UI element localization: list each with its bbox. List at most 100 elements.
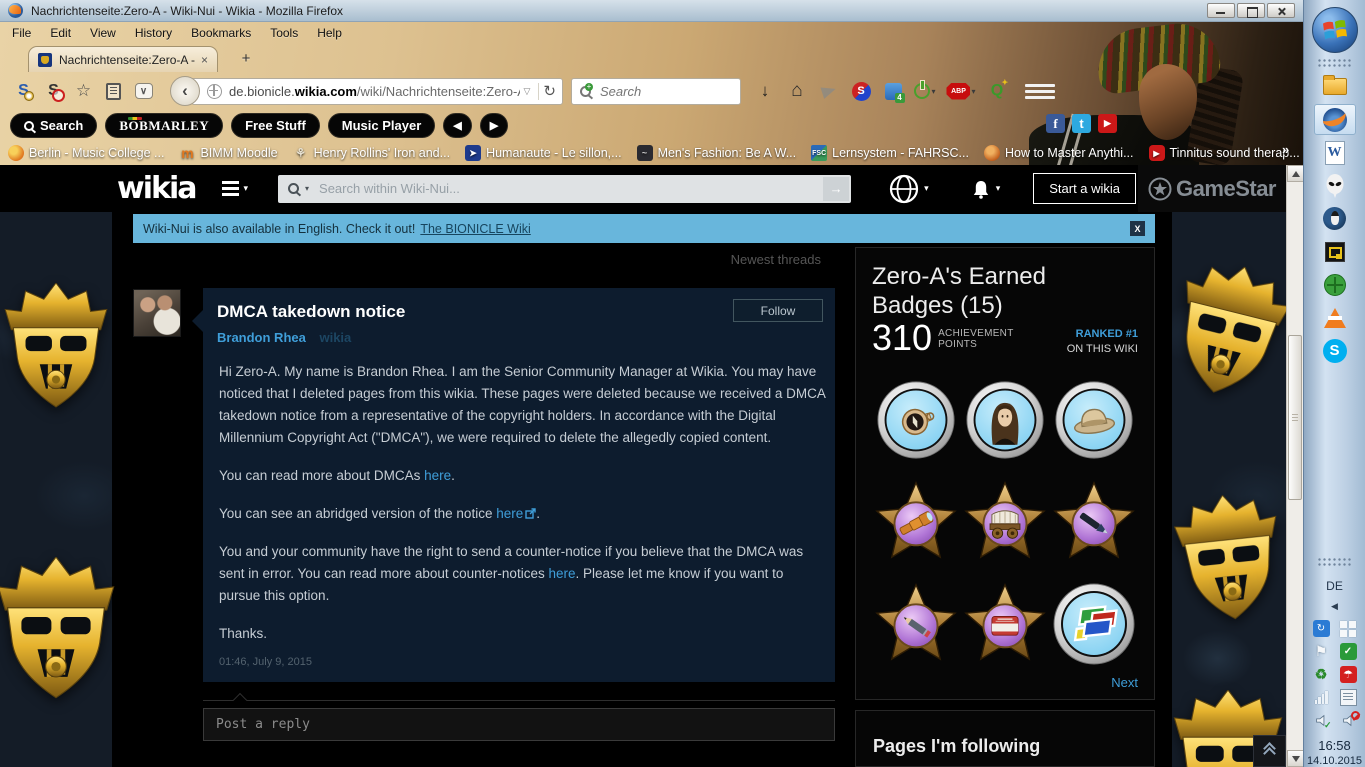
maximize-button[interactable]	[1237, 3, 1265, 18]
bookmark-star-icon[interactable]	[70, 78, 97, 104]
wiki-nav-menu-icon[interactable]	[222, 181, 248, 196]
new-tab-button[interactable]: +	[233, 50, 259, 69]
post-reply-input[interactable]	[203, 708, 835, 741]
bookmark-mens-fashion[interactable]: ~ Men's Fashion: Be A W...	[636, 145, 796, 161]
badge-pocket-compass[interactable]	[873, 376, 959, 464]
gamestar-brand[interactable]: GameStar	[1138, 165, 1286, 212]
bookmark-search-pill[interactable]: Search	[10, 113, 98, 138]
start-a-wikia-button[interactable]: Start a wikia	[1033, 173, 1137, 204]
downthemall-icon[interactable]	[879, 78, 907, 104]
badge-covered-wagon[interactable]	[962, 478, 1048, 566]
close-button[interactable]	[1267, 3, 1295, 18]
stylish-globe-icon[interactable]: S	[847, 78, 875, 104]
noscript-icon[interactable]	[911, 78, 939, 104]
home-icon[interactable]	[783, 78, 811, 104]
session-s-icon[interactable]	[10, 78, 37, 104]
bookmark-lernsystem[interactable]: FSC Lernsystem - FAHRSC...	[811, 145, 969, 161]
bookmark-prev-arrow[interactable]	[443, 113, 472, 138]
follow-button[interactable]: Follow	[733, 299, 823, 322]
start-button[interactable]	[1311, 7, 1358, 53]
tab-close-icon[interactable]: ×	[201, 53, 208, 67]
wiki-search-scope-caret[interactable]	[305, 184, 309, 193]
reading-list-icon[interactable]	[100, 78, 127, 104]
minimize-button[interactable]	[1207, 3, 1235, 18]
fastestfox-icon[interactable]: Q	[983, 78, 1011, 104]
twitter-icon[interactable]: t	[1072, 114, 1091, 133]
taskbar-putty[interactable]	[1314, 236, 1356, 267]
back-button[interactable]	[170, 76, 200, 106]
notifications-bell[interactable]	[971, 179, 1001, 199]
wikia-global-nav-globe[interactable]	[889, 174, 929, 204]
tray-update-icon[interactable]	[1312, 620, 1330, 637]
downloads-icon[interactable]	[751, 78, 779, 104]
bookmark-freestuff-pill[interactable]: Free Stuff	[231, 113, 320, 138]
menu-bookmarks[interactable]: Bookmarks	[191, 26, 251, 40]
dmca-here-link[interactable]: here	[424, 468, 451, 483]
notice-here-link[interactable]: here	[496, 506, 523, 521]
taskbar-browser-penguin[interactable]	[1314, 203, 1356, 234]
send-tab-icon[interactable]	[815, 78, 843, 104]
taskbar-clock[interactable]: 16:58	[1318, 738, 1351, 753]
bookmark-bimm[interactable]: m BIMM Moodle	[179, 145, 277, 161]
taskbar-green-globe[interactable]	[1314, 269, 1356, 300]
taskbar-skype[interactable]	[1314, 335, 1356, 366]
bookmark-henry[interactable]: ⚘ Henry Rollins' Iron and...	[293, 145, 450, 161]
badge-mona-lisa[interactable]	[962, 376, 1048, 464]
menu-file[interactable]: File	[12, 26, 31, 40]
tray-recycle-icon[interactable]	[1313, 666, 1330, 683]
bookmark-next-arrow[interactable]	[479, 113, 509, 138]
tray-volume-ok-icon[interactable]	[1313, 712, 1330, 729]
scrollbar-thumb[interactable]	[1288, 335, 1302, 500]
adblock-plus-icon[interactable]: ABP	[943, 78, 979, 104]
wiki-search-input[interactable]	[317, 180, 824, 197]
wikia-logo[interactable]: wikia	[117, 173, 197, 204]
pocket-icon[interactable]	[130, 78, 157, 104]
notice-close-icon[interactable]: X	[1130, 221, 1145, 236]
scroll-to-top-button[interactable]	[1253, 735, 1286, 767]
page-scrollbar[interactable]	[1286, 165, 1303, 767]
badge-spyglass[interactable]	[873, 478, 959, 566]
tray-scheduler-icon[interactable]	[1339, 689, 1357, 706]
badge-layout-flags[interactable]	[1051, 580, 1137, 668]
reload-icon[interactable]	[543, 82, 556, 100]
taskbar-date[interactable]: 14.10.2015	[1307, 755, 1362, 767]
tray-signal-icon[interactable]	[1313, 689, 1330, 706]
newest-threads-label[interactable]: Newest threads	[203, 252, 821, 267]
facebook-icon[interactable]: f	[1046, 114, 1065, 133]
hamburger-menu-icon[interactable]	[1025, 78, 1055, 104]
taskbar-alienware[interactable]	[1314, 170, 1356, 201]
search-input[interactable]	[598, 82, 732, 100]
author-avatar[interactable]	[133, 289, 181, 337]
bookmarks-overflow-chevron[interactable]: »	[1282, 142, 1289, 157]
tray-windows-flag-icon[interactable]	[1340, 620, 1357, 637]
badge-name-tag[interactable]	[962, 580, 1048, 668]
bookmark-humanaute[interactable]: ➤ Humanaute - Le sillon,...	[465, 145, 622, 161]
taskbar-explorer[interactable]	[1314, 71, 1356, 102]
taskbar-vlc[interactable]	[1314, 302, 1356, 333]
ranked-link[interactable]: RANKED #1	[1076, 328, 1138, 340]
youtube-icon[interactable]: ▶	[1098, 114, 1117, 133]
taskbar-word[interactable]	[1314, 137, 1356, 168]
counter-notice-here-link[interactable]: here	[548, 566, 575, 581]
menu-view[interactable]: View	[90, 26, 116, 40]
badge-pen[interactable]	[1051, 478, 1137, 566]
badge-pencil[interactable]	[873, 580, 959, 668]
menu-edit[interactable]: Edit	[50, 26, 71, 40]
tray-avira-icon[interactable]	[1339, 666, 1357, 683]
bookmark-berlin[interactable]: Berlin - Music College ...	[8, 145, 164, 161]
show-hidden-icons-arrow[interactable]	[1331, 601, 1338, 612]
scrollbar-up-arrow[interactable]	[1287, 165, 1303, 182]
search-engine-icon[interactable]	[580, 82, 593, 97]
bookmark-tinnitus[interactable]: ▶ Tinnitus sound therap...	[1148, 145, 1300, 161]
language-indicator[interactable]: DE	[1326, 579, 1343, 593]
menu-history[interactable]: History	[135, 26, 172, 40]
badge-explorer-hat[interactable]	[1051, 376, 1137, 464]
bookmark-master[interactable]: How to Master Anythi...	[983, 145, 1134, 161]
tray-green-check-icon[interactable]	[1339, 643, 1357, 660]
tab-active[interactable]: Nachrichtenseite:Zero-A - ... ×	[28, 46, 218, 72]
scrapbook-s-icon[interactable]	[40, 78, 67, 104]
scrollbar-down-arrow[interactable]	[1287, 750, 1303, 767]
tray-flag-icon[interactable]	[1313, 643, 1330, 660]
bookmark-musicplayer-pill[interactable]: Music Player	[327, 113, 436, 138]
menu-help[interactable]: Help	[317, 26, 342, 40]
